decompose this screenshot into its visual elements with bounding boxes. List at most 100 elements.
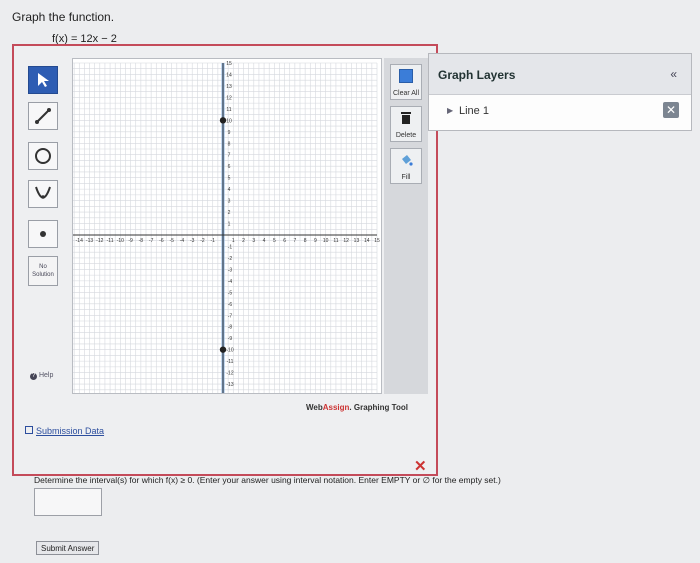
help-link[interactable]: ? Help [30, 372, 53, 380]
delete-layer-icon[interactable]: ✕ [663, 102, 679, 118]
y-tick-label: -12 [226, 371, 233, 377]
x-tick-label: 10 [323, 238, 329, 244]
y-tick-label: 5 [228, 176, 231, 182]
y-tick-label: -3 [228, 267, 233, 273]
x-tick-label: 9 [314, 238, 317, 244]
y-tick-label: 14 [226, 72, 232, 78]
x-tick-label: 8 [304, 238, 307, 244]
y-tick-label: 6 [228, 164, 231, 170]
x-tick-label: -1 [211, 238, 216, 244]
collapse-panel-button[interactable]: « [670, 67, 677, 81]
y-tick-label: 13 [226, 84, 232, 90]
x-tick-label: 15 [374, 238, 380, 244]
x-tick-label: -3 [190, 238, 195, 244]
x-tick-label: 1 [232, 238, 235, 244]
help-icon: ? [30, 373, 37, 380]
y-tick-label: -9 [228, 336, 233, 342]
parabola-icon [35, 186, 51, 199]
x-tick-label: -4 [180, 238, 185, 244]
line-tool-button[interactable] [28, 102, 58, 130]
x-tick-label: -10 [117, 238, 124, 244]
y-tick-label: -13 [226, 382, 233, 388]
no-solution-label-1: No [39, 264, 47, 270]
x-tick-label: 5 [273, 238, 276, 244]
expand-arrow-icon[interactable]: ▶ [447, 106, 453, 115]
x-tick-label: -11 [107, 238, 114, 244]
x-tick-label: 11 [333, 238, 338, 244]
prompt-text: Graph the function. [12, 10, 115, 24]
y-tick-label: -10 [226, 348, 233, 354]
y-tick-label: -7 [228, 313, 233, 319]
x-tick-label: -9 [128, 238, 133, 244]
delete-label: Delete [395, 132, 417, 139]
x-tick-label: -7 [149, 238, 154, 244]
fill-bucket-icon [402, 155, 413, 166]
point-tool-button[interactable] [28, 220, 58, 248]
x-tick-label: -12 [96, 238, 103, 244]
y-tick-label: 4 [228, 187, 231, 193]
x-tick-label: -2 [200, 238, 205, 244]
x-tick-label: 6 [283, 238, 286, 244]
delete-button[interactable]: Delete [390, 106, 422, 142]
clear-all-icon [399, 69, 413, 83]
fill-label: Fill [401, 174, 411, 181]
circle-icon [35, 148, 51, 164]
graph-layers-header: Graph Layers « [429, 54, 691, 95]
graph-layers-title: Graph Layers [438, 68, 516, 82]
clear-all-button[interactable]: Clear All [390, 64, 422, 100]
clear-all-label: Clear All [392, 90, 420, 97]
submission-data-toggle-icon[interactable] [25, 426, 33, 434]
trash-icon [401, 112, 411, 124]
x-tick-label: -14 [76, 238, 83, 244]
y-tick-label: 15 [226, 61, 232, 67]
graph-actions-panel: Clear All Delete Fill [384, 58, 428, 394]
y-tick-label: 2 [228, 210, 231, 216]
layer-item-line-1[interactable]: Line 1 [459, 105, 489, 117]
y-tick-label: -2 [228, 256, 233, 262]
close-icon[interactable]: ✕ [414, 457, 427, 475]
y-tick-label: -6 [228, 302, 233, 308]
x-tick-label: 12 [343, 238, 349, 244]
point-icon [40, 231, 46, 237]
x-tick-label: 7 [293, 238, 296, 244]
brand-rest: . Graphing Tool [349, 403, 408, 412]
graph-canvas[interactable]: -15-14-13-12-11-10-9-8-7-6-5-4-3-2-11234… [65, 58, 382, 411]
x-tick-label: -13 [86, 238, 93, 244]
question-text: Determine the interval(s) for which f(x)… [34, 475, 501, 485]
y-tick-label: 3 [228, 199, 231, 205]
fill-button[interactable]: Fill [390, 148, 422, 184]
y-tick-label: 1 [228, 222, 231, 228]
x-tick-label: 2 [242, 238, 245, 244]
plotted-point[interactable] [219, 117, 227, 124]
y-tick-label: -4 [228, 279, 233, 285]
circle-tool-button[interactable] [28, 142, 58, 170]
brand-web: Web [306, 403, 323, 412]
y-tick-label: 12 [226, 95, 232, 101]
y-tick-label: 11 [226, 107, 231, 113]
x-tick-label: 3 [252, 238, 255, 244]
x-tick-label: 13 [354, 238, 360, 244]
x-tick-label: 4 [263, 238, 266, 244]
submission-data-link[interactable]: Submission Data [36, 426, 104, 436]
select-pointer-button[interactable] [28, 66, 58, 94]
x-tick-label: -6 [159, 238, 164, 244]
x-tick-label: 14 [364, 238, 370, 244]
y-tick-label: 7 [228, 153, 231, 159]
y-tick-label: 8 [228, 141, 231, 147]
no-solution-button[interactable]: No Solution [28, 256, 58, 286]
graph-layers-panel: Graph Layers « ▶ Line 1 ✕ [428, 53, 692, 131]
no-solution-label-2: Solution [32, 272, 54, 278]
brand-assign: Assign [322, 403, 350, 412]
plotted-point[interactable] [219, 346, 227, 353]
y-tick-label: -5 [228, 290, 233, 296]
y-tick-label: 9 [228, 130, 231, 136]
y-tick-label: -8 [228, 325, 233, 331]
coordinate-plane[interactable]: -15-14-13-12-11-10-9-8-7-6-5-4-3-2-11234… [65, 59, 381, 411]
help-label: Help [38, 372, 54, 379]
y-tick-label: -11 [227, 359, 234, 365]
pointer-icon [38, 73, 49, 87]
parabola-tool-button[interactable] [28, 180, 58, 208]
submit-answer-button[interactable]: Submit Answer [36, 541, 100, 555]
interval-answer-input[interactable] [34, 488, 102, 516]
y-tick-label: 10 [226, 118, 232, 124]
